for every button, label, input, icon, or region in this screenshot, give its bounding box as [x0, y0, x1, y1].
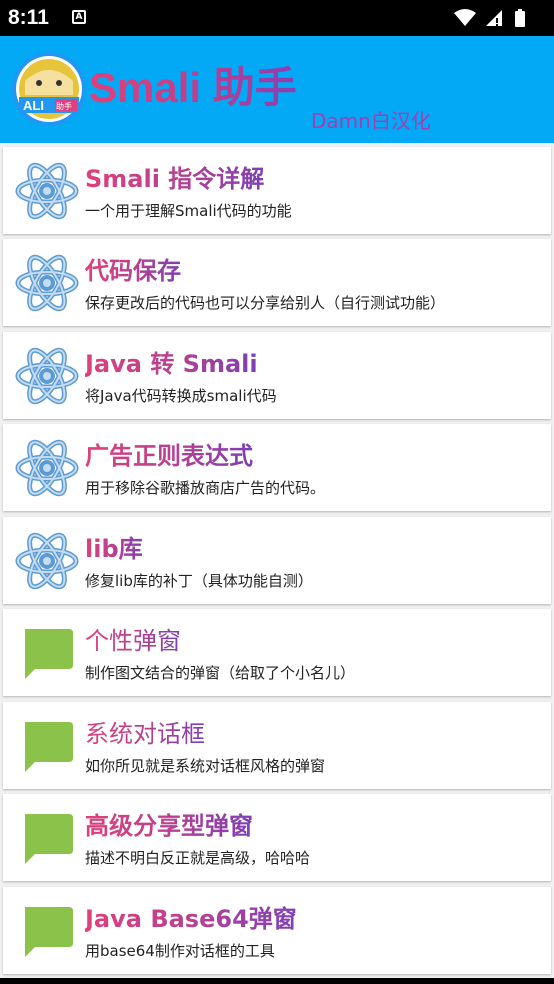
wifi-icon — [454, 9, 476, 26]
item-title: Java 转 Smali — [85, 350, 258, 378]
list-item-lib[interactable]: lib库 修复lib库的补丁（具体功能自测） — [3, 517, 551, 604]
item-description: 一个用于理解Smali代码的功能 — [85, 202, 292, 220]
notification-icon: A — [72, 10, 86, 24]
app-title: Smali 助手 — [89, 62, 297, 114]
logo-badge: 助手 — [56, 101, 72, 111]
item-title: 高级分享型弹窗 — [85, 812, 253, 840]
system-icons — [454, 9, 525, 27]
item-description: 用于移除谷歌播放商店广告的代码。 — [85, 479, 326, 497]
atom-icon — [15, 254, 79, 312]
app-bar: ALI 助手 Smali 助手 Damn白汉化 — [0, 36, 554, 143]
item-title: Smali 指令详解 — [85, 165, 265, 193]
chat-bubble-icon — [25, 629, 73, 679]
item-title: 代码保存 — [85, 257, 181, 285]
atom-icon — [15, 532, 79, 590]
item-description: 如你所见就是系统对话框风格的弹窗 — [85, 757, 326, 775]
status-bar: 8:11 A — [0, 0, 554, 36]
nav-bar — [0, 978, 554, 984]
list-item-ad-regex[interactable]: 广告正则表达式 用于移除谷歌播放商店广告的代码。 — [3, 424, 551, 511]
chat-bubble-icon — [25, 907, 73, 957]
item-title: 个性弹窗 — [85, 627, 181, 655]
item-description: 描述不明白反正就是高级，哈哈哈 — [85, 849, 311, 867]
list-item-java-to-smali[interactable]: Java 转 Smali 将Java代码转换成smali代码 — [3, 332, 551, 419]
list-item-system-dialog[interactable]: 系统对话框 如你所见就是系统对话框风格的弹窗 — [3, 702, 551, 789]
chat-bubble-icon — [25, 722, 73, 772]
list-item-custom-popup[interactable]: 个性弹窗 制作图文结合的弹窗（给取了个小名儿） — [3, 609, 551, 696]
signal-icon — [486, 10, 502, 26]
battery-icon — [515, 9, 525, 27]
item-description: 用base64制作对话框的工具 — [85, 942, 275, 960]
logo-text: ALI — [23, 98, 44, 113]
item-description: 将Java代码转换成smali代码 — [85, 387, 277, 405]
chat-bubble-icon — [25, 814, 73, 864]
atom-icon — [15, 439, 79, 497]
list-item-share-popup[interactable]: 高级分享型弹窗 描述不明白反正就是高级，哈哈哈 — [3, 794, 551, 881]
item-title: 系统对话框 — [85, 720, 205, 748]
item-description: 制作图文结合的弹窗（给取了个小名儿） — [85, 664, 356, 682]
list-item-code-save[interactable]: 代码保存 保存更改后的代码也可以分享给别人（自行测试功能） — [3, 239, 551, 326]
item-title: Java Base64弹窗 — [85, 905, 297, 933]
list-item-base64-popup[interactable]: Java Base64弹窗 用base64制作对话框的工具 — [3, 887, 551, 974]
atom-icon — [15, 162, 79, 220]
item-description: 修复lib库的补丁（具体功能自测） — [85, 572, 313, 590]
list-item-smali-instructions[interactable]: Smali 指令详解 一个用于理解Smali代码的功能 — [3, 147, 551, 234]
app-logo: ALI 助手 — [12, 52, 86, 126]
item-title: lib库 — [85, 535, 143, 563]
app-subtitle: Damn白汉化 — [311, 109, 431, 133]
item-title: 广告正则表达式 — [85, 442, 253, 470]
status-time: 8:11 — [8, 6, 49, 29]
item-description: 保存更改后的代码也可以分享给别人（自行测试功能） — [85, 294, 446, 312]
atom-icon — [15, 347, 79, 405]
